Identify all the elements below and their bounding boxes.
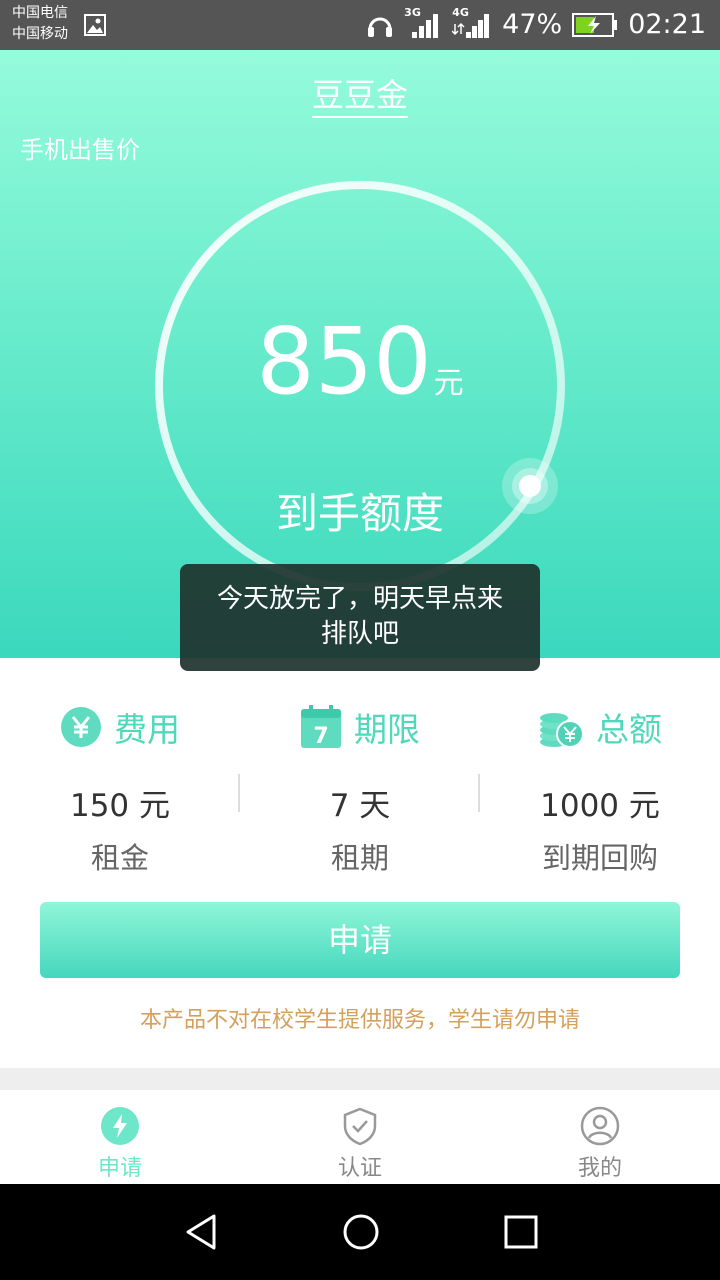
total-header: 总额 <box>480 702 720 752</box>
coin-stack-icon <box>540 713 584 748</box>
page-title-text: 豆豆金 <box>311 76 408 118</box>
total-sub: 到期回购 <box>541 841 658 875</box>
total-title: 总额 <box>596 710 662 749</box>
term-sub: 租期 <box>330 841 389 875</box>
signal-3g: 3G <box>404 6 442 40</box>
fee-header: 费用 <box>0 702 240 752</box>
tab-apply[interactable]: 申请 <box>0 1090 240 1184</box>
term-header: 7 期限 <box>240 702 480 752</box>
fee-column: 费用 150 元 租金 <box>0 658 240 877</box>
status-right: 3G 4G 47% 02:21 <box>366 6 706 42</box>
recents-icon[interactable] <box>501 1212 541 1252</box>
signal-bars-icon <box>412 14 439 38</box>
yen-coin-icon <box>61 707 101 747</box>
bottom-tab-bar: 申请 认证 我的 <box>0 1090 720 1184</box>
image-notification-icon <box>84 14 106 36</box>
tab-verify-label: 认证 <box>337 1156 382 1181</box>
term-column: 7 期限 7 天 租期 <box>240 658 480 877</box>
quota-label: 到手额度 <box>275 489 444 538</box>
tab-mine-label: 我的 <box>577 1156 622 1181</box>
carrier-label-2: 中国移动 <box>12 26 68 42</box>
user-icon <box>580 1106 620 1146</box>
info-section: 费用 150 元 租金 7 期限 7 天 租期 总额 1000 元 到期回购 申… <box>0 658 720 1068</box>
battery-percent: 47% <box>502 9 563 40</box>
page-title[interactable]: 豆豆金 <box>0 70 720 118</box>
tab-apply-label: 申请 <box>97 1156 142 1181</box>
fee-value: 150 元 <box>69 788 171 824</box>
carrier-label-1: 中国电信 <box>12 5 68 21</box>
section-gap <box>0 1068 720 1090</box>
term-value: 7 天 <box>329 788 391 824</box>
quota-value: 850 <box>256 308 432 415</box>
sale-price-label: 手机出售价 <box>20 136 140 164</box>
signal-4g: 4G <box>452 6 492 40</box>
tab-verify[interactable]: 认证 <box>240 1090 480 1184</box>
headphones-icon <box>368 17 393 37</box>
apply-button[interactable]: 申请 <box>40 902 680 978</box>
student-notice: 本产品不对在校学生提供服务，学生请勿申请 <box>139 1008 580 1033</box>
battery-charging-icon <box>572 13 618 37</box>
fee-sub: 租金 <box>90 841 149 875</box>
carrier-info: 中国电信 中国移动 <box>12 3 68 45</box>
quota-unit: 元 <box>433 366 464 401</box>
quota-amount: 850元 <box>0 312 720 412</box>
tab-mine[interactable]: 我的 <box>480 1090 720 1184</box>
system-nav-bar <box>0 1184 720 1280</box>
back-icon[interactable] <box>182 1212 222 1252</box>
clock: 02:21 <box>628 9 706 40</box>
toast-message: 今天放完了，明天早点来排队吧 <box>180 564 540 671</box>
lightning-icon <box>101 1107 139 1145</box>
total-column: 总额 1000 元 到期回购 <box>480 658 720 877</box>
shield-check-icon <box>343 1107 377 1146</box>
fee-title: 费用 <box>114 710 180 749</box>
term-title: 期限 <box>354 710 420 749</box>
status-bar: 中国电信 中国移动 3G 4G 47% 02:21 <box>0 0 720 50</box>
total-value: 1000 元 <box>540 788 660 824</box>
calendar-icon: 7 <box>301 705 341 749</box>
signal-bars-icon <box>452 14 490 38</box>
calendar-day: 7 <box>313 724 328 749</box>
home-icon[interactable] <box>341 1212 381 1252</box>
